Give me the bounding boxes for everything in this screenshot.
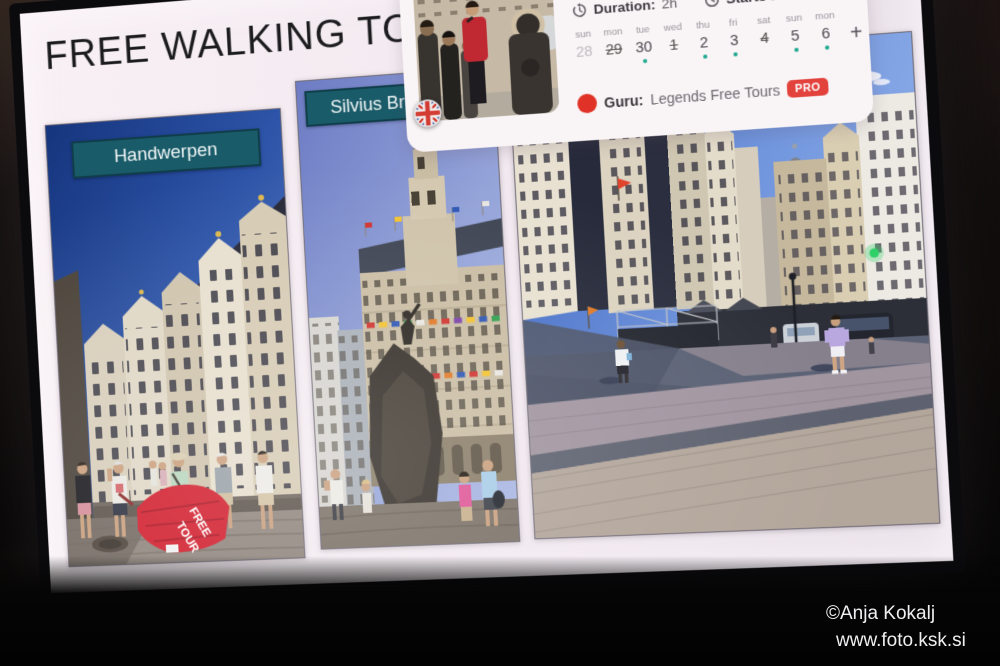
- day-of-week: fri: [719, 16, 748, 29]
- day-cell-6[interactable]: mon 6: [810, 9, 841, 50]
- duration-history-icon: [572, 2, 588, 18]
- day-number: 3: [720, 32, 749, 51]
- day-of-week: sun: [780, 12, 809, 25]
- day-cell-3[interactable]: fri 3: [719, 16, 749, 57]
- guru-avatar: [577, 93, 598, 114]
- photo-label-text: Handwerpen: [113, 139, 218, 168]
- day-of-week: sat: [749, 14, 778, 27]
- date-picker-strip: sun 28 mon 29 tue 30 wed 1: [569, 7, 871, 68]
- day-of-week: mon: [810, 9, 839, 23]
- photo-of-tv-scene: FREE WALKING TOUR: [0, 0, 1000, 666]
- availability-dot: [824, 45, 828, 49]
- starts-at-label: Starts at: [726, 0, 784, 7]
- day-cell-4[interactable]: sat 4: [749, 14, 780, 55]
- guru-name: Legends Free Tours: [650, 82, 781, 108]
- duration-label: Duration:: [593, 0, 656, 17]
- day-number: 30: [629, 39, 658, 57]
- day-number: 2: [689, 34, 718, 52]
- photo-guild-houses-tour-group: FREE TOUR Handwerpen: [45, 108, 306, 567]
- day-of-week: mon: [599, 26, 627, 39]
- day-cell-29[interactable]: mon 29: [599, 26, 629, 67]
- uk-flag-icon: [413, 98, 443, 128]
- day-number: 4: [750, 30, 779, 49]
- day-of-week: sun: [569, 28, 597, 41]
- day-cell-5[interactable]: sun 5: [780, 12, 811, 53]
- availability-dot: [642, 59, 646, 63]
- photo-credit-line1: ©Anja Kokalj: [826, 600, 966, 627]
- day-number: 5: [780, 27, 809, 46]
- clock-icon: [704, 0, 721, 8]
- day-number: 6: [811, 25, 841, 44]
- guru-row: Guru: Legends Free Tours PRO: [577, 77, 829, 114]
- spacer: [683, 1, 698, 2]
- day-number: 1: [659, 36, 688, 54]
- availability-dot: [703, 54, 707, 58]
- day-number: 28: [570, 43, 599, 61]
- more-dates-button[interactable]: +: [841, 7, 871, 48]
- day-cell-1[interactable]: wed 1: [659, 21, 689, 62]
- duration-value: 2h: [661, 0, 677, 12]
- availability-dot: [794, 48, 798, 52]
- availability-dot: [733, 52, 737, 56]
- presentation-slide: FREE WALKING TOUR: [20, 0, 954, 593]
- guru-label: Guru:: [604, 91, 644, 110]
- photo-credit: ©Anja Kokalj www.foto.ksk.si: [826, 600, 966, 654]
- day-of-week: tue: [629, 23, 657, 36]
- day-cell-30[interactable]: tue 30: [629, 23, 659, 64]
- day-number: 29: [600, 41, 629, 59]
- day-cell-2[interactable]: thu 2: [689, 19, 719, 60]
- photo-credit-line2: www.foto.ksk.si: [836, 627, 966, 654]
- day-of-week: thu: [689, 19, 718, 32]
- pro-badge: PRO: [787, 78, 828, 98]
- tv-screen: FREE WALKING TOUR: [9, 0, 966, 604]
- day-cell-28[interactable]: sun 28: [569, 28, 599, 69]
- day-of-week: wed: [659, 21, 688, 34]
